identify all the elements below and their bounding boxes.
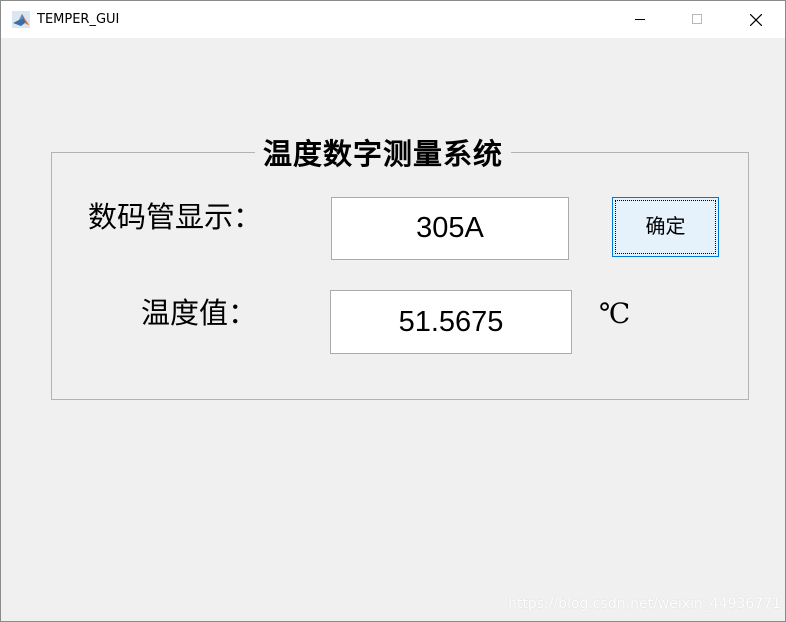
minimize-icon (635, 19, 645, 20)
window-title: TEMPER_GUI (37, 12, 120, 27)
matlab-icon (12, 11, 30, 28)
display-label: 数码管显示： (88, 200, 263, 234)
focus-ring (615, 200, 716, 254)
close-icon (750, 14, 762, 26)
temperature-unit: ℃ (599, 297, 631, 330)
title-bar[interactable]: TEMPER_GUI (1, 1, 785, 38)
watermark: https://blog.csdn.net/weixin_44936771 (508, 596, 782, 612)
temperature-label: 温度值： (141, 296, 258, 330)
panel-title: 温度数字测量系统 (255, 134, 512, 174)
measurement-panel (51, 152, 749, 400)
temperature-value-field[interactable]: 51.5675 (330, 290, 572, 354)
confirm-button[interactable]: 确定 (612, 197, 719, 257)
minimize-button[interactable] (617, 1, 663, 38)
app-window: TEMPER_GUI 温度数字测量系统 数码管显示： 305A 确定 温度值： … (0, 0, 786, 622)
display-value-field[interactable]: 305A (331, 197, 569, 260)
maximize-button[interactable] (674, 1, 720, 38)
close-button[interactable] (732, 1, 778, 38)
maximize-icon (692, 14, 702, 24)
